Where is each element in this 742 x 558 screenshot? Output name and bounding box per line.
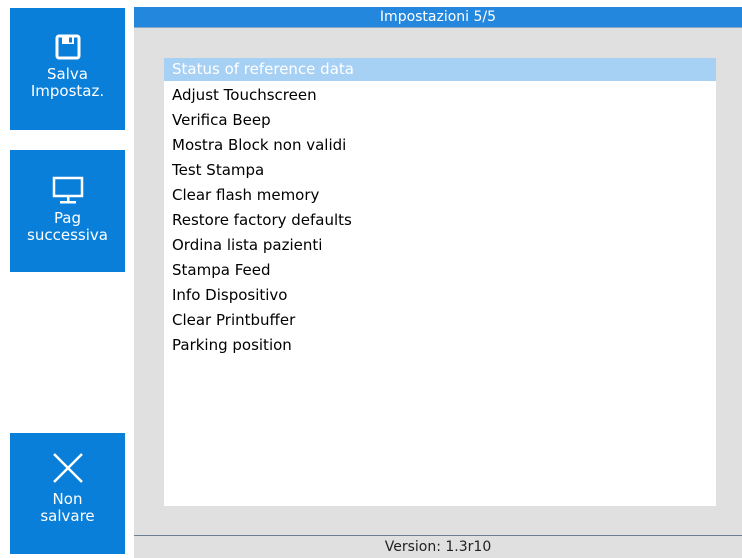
title-divider [134, 27, 742, 28]
list-item[interactable]: Info Dispositivo [164, 283, 716, 308]
list-item[interactable]: Restore factory defaults [164, 208, 716, 233]
list-item[interactable]: Stampa Feed [164, 258, 716, 283]
save-settings-label: Salva Impostaz. [30, 65, 105, 100]
list-item[interactable]: Clear flash memory [164, 183, 716, 208]
list-item[interactable]: Status of reference data [164, 58, 716, 81]
discard-button[interactable]: Non salvare [10, 433, 125, 554]
list-item[interactable]: Parking position [164, 333, 716, 358]
close-icon [52, 453, 83, 483]
settings-list: Status of reference data Adjust Touchscr… [164, 58, 716, 358]
discard-label: Non salvare [40, 490, 95, 525]
next-page-button[interactable]: Pag successiva [10, 150, 125, 272]
page-title: Impostazioni 5/5 [134, 7, 742, 27]
monitor-icon [52, 176, 83, 204]
version-text: Version: 1.3r10 [384, 539, 492, 555]
next-page-label: Pag successiva [27, 209, 108, 244]
save-settings-button[interactable]: Salva Impostaz. [10, 8, 125, 130]
list-item[interactable]: Clear Printbuffer [164, 308, 716, 333]
list-item[interactable]: Adjust Touchscreen [164, 83, 716, 108]
list-item[interactable]: Mostra Block non validi [164, 133, 716, 158]
list-item[interactable]: Test Stampa [164, 158, 716, 183]
floppy-disk-icon [55, 34, 80, 60]
list-item[interactable]: Ordina lista pazienti [164, 233, 716, 258]
list-item[interactable]: Verifica Beep [164, 108, 716, 133]
settings-list-box[interactable]: Status of reference data Adjust Touchscr… [164, 58, 716, 506]
settings-panel: Impostazioni 5/5 Status of reference dat… [134, 7, 742, 558]
